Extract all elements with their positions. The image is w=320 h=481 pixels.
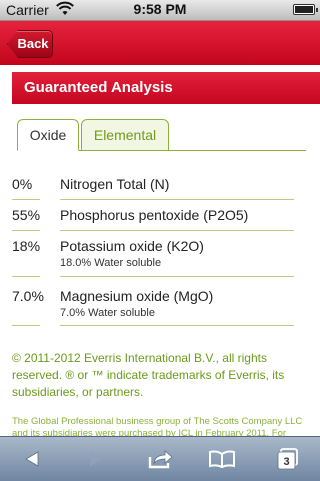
row-divider — [60, 199, 294, 200]
battery-icon — [293, 4, 318, 15]
tab-oxide[interactable]: Oxide — [17, 119, 79, 151]
bookmarks-icon[interactable] — [200, 437, 244, 481]
analysis-name: Phosphorus pentoxide (P2O5) — [60, 207, 249, 223]
browser-toolbar: 3 — [0, 436, 320, 481]
row-divider — [12, 325, 40, 326]
row-divider — [12, 230, 40, 231]
section-title: Guaranteed Analysis — [12, 72, 320, 104]
analysis-percent: 55% — [12, 207, 41, 223]
analysis-note: 18.0% Water soluble — [60, 257, 162, 269]
row-divider — [60, 276, 294, 277]
analysis-name: Potassium oxide (K2O) — [60, 238, 204, 254]
analysis-name: Nitrogen Total (N) — [60, 176, 170, 192]
analysis-percent: 7.0% — [12, 288, 44, 304]
back-arrow-icon[interactable] — [10, 437, 54, 481]
row-divider — [12, 199, 40, 200]
tab-bar: Oxide Elemental — [17, 119, 306, 151]
status-bar: Carrier 9:58 PM — [0, 0, 320, 21]
tabs-icon[interactable]: 3 — [266, 437, 310, 481]
back-button[interactable]: Back — [7, 30, 53, 58]
tab-elemental[interactable]: Elemental — [81, 119, 169, 151]
analysis-percent: 18% — [12, 238, 41, 254]
row-divider — [12, 276, 40, 277]
share-icon[interactable] — [139, 437, 183, 481]
analysis-note: 7.0% Water soluble — [60, 307, 155, 319]
clock: 9:58 PM — [133, 1, 187, 17]
copyright-text: © 2011-2012 Everris International B.V., … — [12, 351, 285, 399]
analysis-name: Magnesium oxide (MgO) — [60, 288, 214, 304]
row-divider — [60, 325, 294, 326]
nav-header: Back — [0, 21, 320, 65]
row-divider — [60, 230, 294, 231]
analysis-percent: 0% — [12, 176, 33, 192]
forward-arrow-icon[interactable] — [74, 437, 118, 481]
tabs-count: 3 — [283, 456, 289, 468]
